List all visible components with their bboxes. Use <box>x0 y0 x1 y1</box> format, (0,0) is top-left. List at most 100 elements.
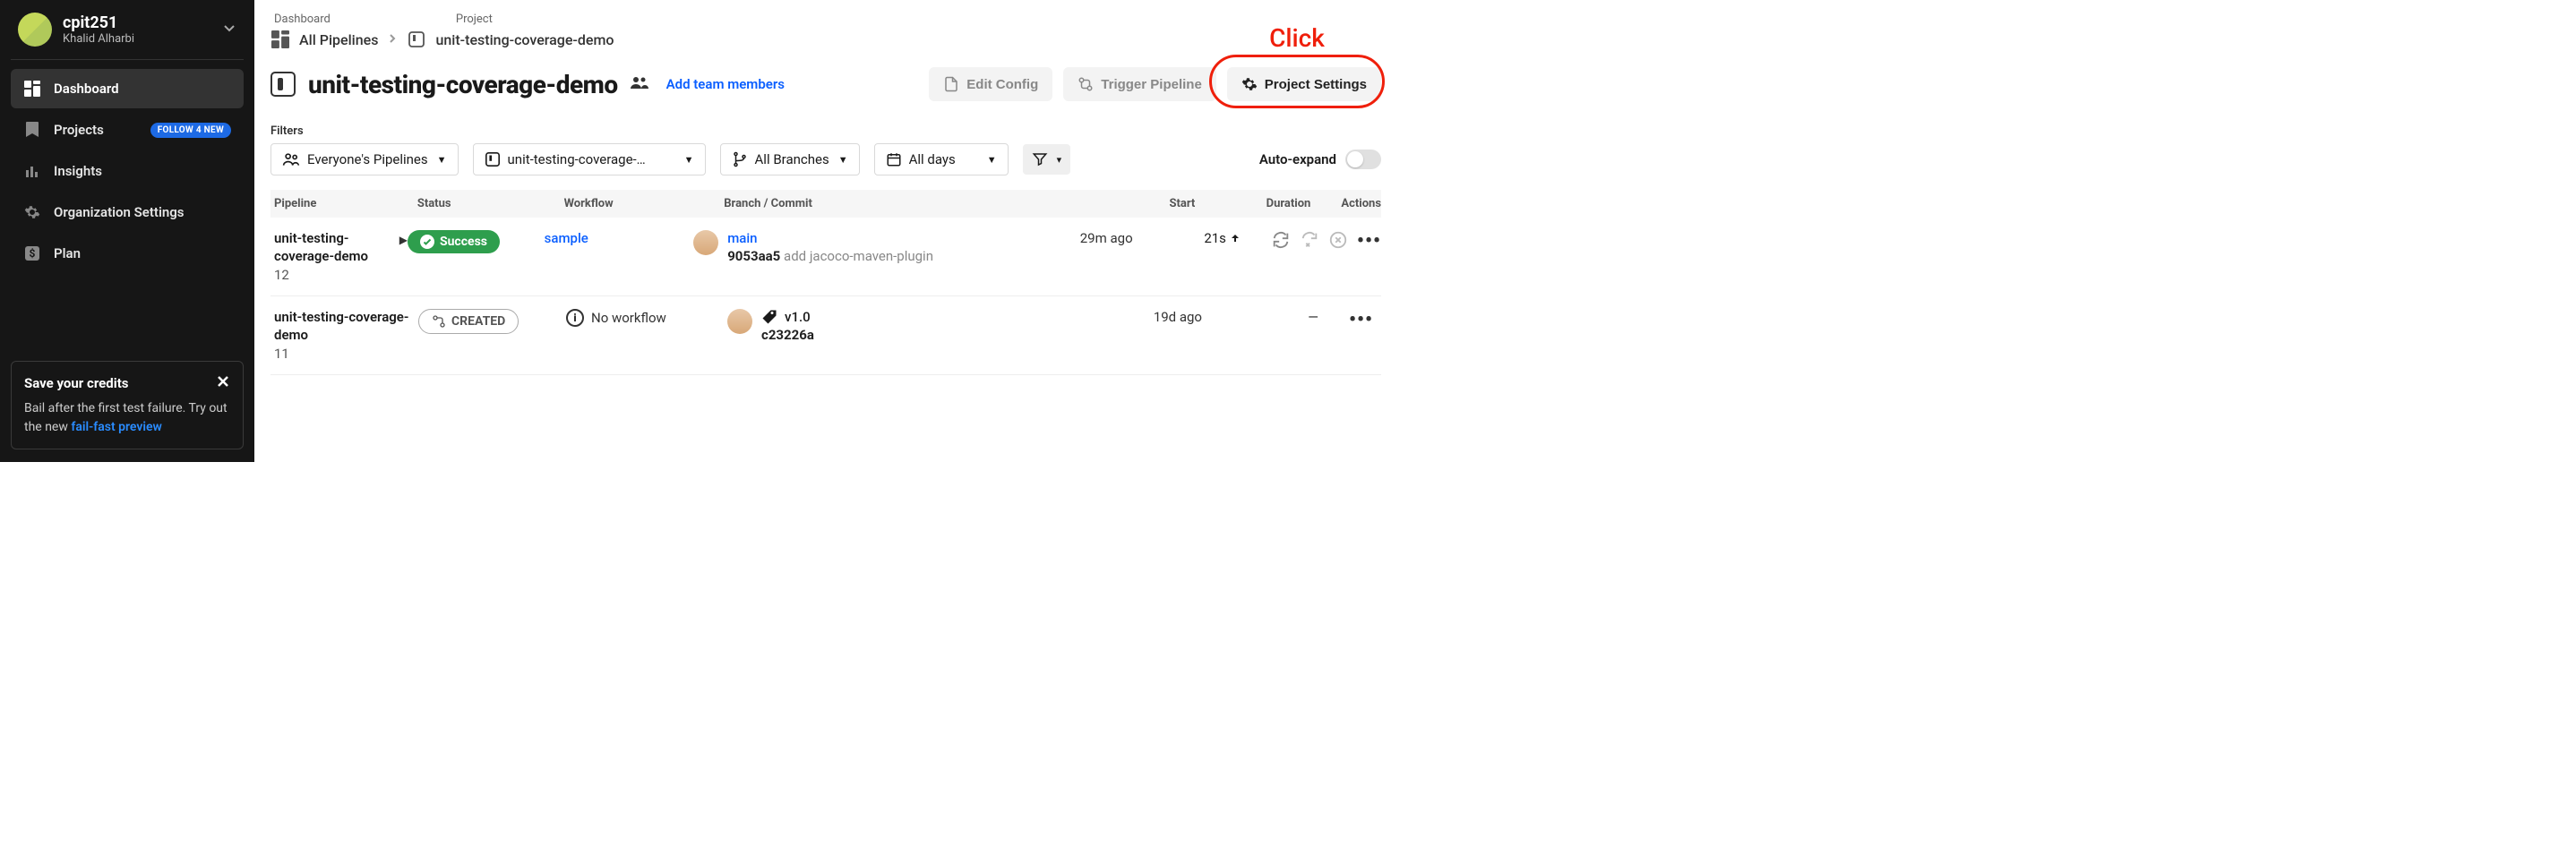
project-icon <box>485 151 501 167</box>
workflow-text: No workflow <box>591 310 666 326</box>
sidebar-item-label: Insights <box>54 163 102 179</box>
sidebar-item-projects[interactable]: Projects FOLLOW 4 NEW <box>11 110 244 150</box>
status-badge: CREATED <box>418 309 519 334</box>
pipeline-name: unit-testing-coverage-demo <box>274 309 418 344</box>
filter-days[interactable]: All days ▼ <box>874 143 1009 175</box>
avatar <box>727 309 752 334</box>
rerun-icon[interactable] <box>1271 230 1291 250</box>
project-icon <box>270 72 296 97</box>
promo-body: Bail after the first test failure. Try o… <box>24 399 230 436</box>
arrow-up-icon <box>1230 233 1241 244</box>
filter-scope[interactable]: Everyone's Pipelines ▼ <box>270 143 459 175</box>
org-switcher[interactable]: cpit251 Khalid Alharbi <box>11 13 244 60</box>
dashboard-icon <box>23 80 41 98</box>
file-icon <box>943 76 959 92</box>
sidebar-item-label: Organization Settings <box>54 204 184 220</box>
dollar-icon: $ <box>23 244 41 262</box>
tag-icon <box>761 309 777 325</box>
close-icon[interactable] <box>216 374 230 392</box>
caret-down-icon: ▼ <box>987 154 997 166</box>
caret-down-icon: ▼ <box>838 154 848 166</box>
auto-expand-toggle[interactable]: Auto-expand <box>1259 150 1381 169</box>
workflow-link[interactable]: sample <box>545 230 588 246</box>
status-badge: Success <box>408 230 500 253</box>
filter-project[interactable]: unit-testing-coverage-… ▼ <box>473 143 706 175</box>
table-header: Pipeline Status Workflow Branch / Commit… <box>270 190 1381 218</box>
gear-icon <box>1241 76 1258 92</box>
caret-right-icon[interactable]: ▶ <box>399 234 408 246</box>
sidebar-item-insights[interactable]: Insights <box>11 151 244 191</box>
page-title: unit-testing-coverage-demo <box>308 70 618 99</box>
sidebar-item-label: Projects <box>54 122 104 138</box>
duration: — <box>1202 309 1336 325</box>
project-settings-button[interactable]: Project Settings <box>1227 67 1381 101</box>
breadcrumb: All Pipelines unit-testing-coverage-demo <box>270 30 1381 49</box>
org-subtitle: Khalid Alharbi <box>63 32 211 46</box>
funnel-icon <box>1032 151 1048 167</box>
check-circle-icon <box>420 235 434 249</box>
sidebar-item-label: Plan <box>54 245 81 261</box>
sidebar: cpit251 Khalid Alharbi Dashboard Project… <box>0 0 254 462</box>
promo-link[interactable]: fail-fast preview <box>71 420 162 434</box>
pipeline-number: 12 <box>274 267 394 283</box>
chevron-down-icon <box>222 21 236 38</box>
info-icon: i <box>566 309 584 327</box>
commit-hash[interactable]: c23226a <box>761 327 814 343</box>
sidebar-item-dashboard[interactable]: Dashboard <box>11 69 244 108</box>
caret-down-icon: ▾ <box>1057 154 1062 166</box>
project-icon <box>407 30 426 49</box>
start-time: 29m ago <box>1000 230 1133 246</box>
svg-text:$: $ <box>30 247 36 260</box>
chart-icon <box>23 162 41 180</box>
cancel-icon[interactable] <box>1328 230 1348 250</box>
table-row[interactable]: unit-testing-coverage-demo 11 CREATED i … <box>270 296 1381 375</box>
filters-label: Filters <box>270 124 1381 138</box>
commit-message: add jacoco-maven-plugin <box>784 248 933 264</box>
filters-row: Everyone's Pipelines ▼ unit-testing-cove… <box>270 143 1381 175</box>
chevron-right-icon <box>387 31 398 47</box>
org-name: cpit251 <box>63 13 211 32</box>
edit-config-button[interactable]: Edit Config <box>929 67 1052 101</box>
more-icon[interactable]: ••• <box>1349 309 1373 331</box>
sidebar-nav: Dashboard Projects FOLLOW 4 NEW Insights <box>11 69 244 273</box>
toggle-switch[interactable] <box>1345 150 1381 169</box>
promo-title: Save your credits <box>24 375 128 391</box>
crumb-project[interactable]: unit-testing-coverage-demo <box>435 31 614 48</box>
more-icon[interactable]: ••• <box>1357 230 1381 252</box>
title-row: unit-testing-coverage-demo Add team memb… <box>270 67 1381 101</box>
new-badge: FOLLOW 4 NEW <box>150 123 231 138</box>
start-time: 19d ago <box>1059 309 1202 325</box>
tag-name: v1.0 <box>785 309 811 325</box>
caret-down-icon: ▼ <box>437 154 447 166</box>
sidebar-item-org-settings[interactable]: Organization Settings <box>11 192 244 232</box>
filter-more[interactable]: ▾ <box>1023 144 1071 175</box>
pipeline-icon <box>1078 76 1094 92</box>
table-row[interactable]: unit-testing-coverage-demo 12 ▶ Success … <box>270 218 1381 296</box>
trigger-pipeline-button[interactable]: Trigger Pipeline <box>1063 67 1216 101</box>
caret-down-icon: ▼ <box>684 154 694 166</box>
sidebar-item-plan[interactable]: $ Plan <box>11 234 244 273</box>
add-team-link[interactable]: Add team members <box>666 76 785 92</box>
pipeline-number: 11 <box>274 346 418 362</box>
branch-icon <box>732 151 748 167</box>
people-icon <box>282 151 300 167</box>
bookmark-icon <box>23 121 41 139</box>
filter-branches[interactable]: All Branches ▼ <box>720 143 860 175</box>
pipeline-table: Pipeline Status Workflow Branch / Commit… <box>270 190 1381 375</box>
breadcrumb-labels: Dashboard Project <box>270 13 1381 26</box>
branch-link[interactable]: main <box>727 230 757 246</box>
duration: 21s <box>1133 230 1258 246</box>
gear-icon <box>23 203 41 221</box>
pipeline-icon <box>432 314 446 329</box>
avatar <box>693 230 718 255</box>
calendar-icon <box>886 151 902 167</box>
sidebar-item-label: Dashboard <box>54 81 119 97</box>
promo-card: Save your credits Bail after the first t… <box>11 361 244 449</box>
grid-icon <box>270 30 290 49</box>
crumb-all-pipelines[interactable]: All Pipelines <box>299 31 378 48</box>
commit-hash[interactable]: 9053aa5 <box>727 248 780 264</box>
main-content: Dashboard Project All Pipelines unit-tes… <box>254 0 1397 462</box>
rerun-failed-icon[interactable] <box>1300 230 1319 250</box>
org-avatar <box>18 13 52 47</box>
pipeline-name: unit-testing-coverage-demo <box>274 230 394 265</box>
